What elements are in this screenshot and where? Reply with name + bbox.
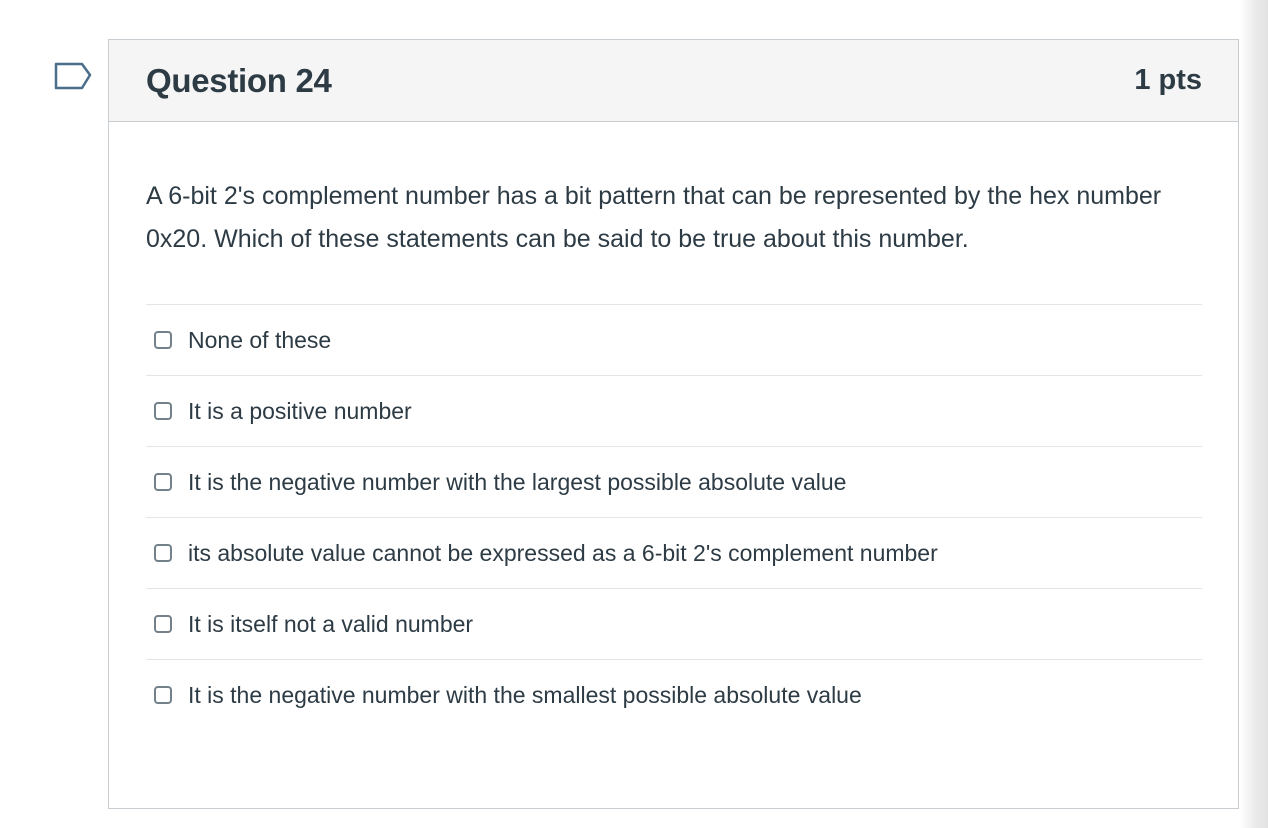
- question-title: Question 24: [146, 61, 332, 99]
- answer-label: It is a positive number: [188, 397, 412, 424]
- answer-option[interactable]: It is itself not a valid number: [146, 589, 1202, 660]
- flag-question-icon[interactable]: [54, 62, 94, 92]
- answer-option[interactable]: None of these: [146, 305, 1202, 376]
- answer-label: It is the negative number with the small…: [188, 681, 862, 708]
- question-card: Question 24 1 pts A 6-bit 2's complement…: [108, 39, 1239, 809]
- question-points: 1 pts: [1134, 64, 1202, 96]
- checkbox-unchecked-icon[interactable]: [154, 544, 172, 562]
- answer-option[interactable]: It is the negative number with the small…: [146, 660, 1202, 730]
- scroll-shadow: [1240, 0, 1268, 828]
- question-text: A 6-bit 2's complement number has a bit …: [146, 182, 1162, 253]
- checkbox-unchecked-icon[interactable]: [154, 402, 172, 420]
- checkbox-unchecked-icon[interactable]: [154, 473, 172, 491]
- answer-option[interactable]: its absolute value cannot be expressed a…: [146, 518, 1202, 589]
- answer-label: It is the negative number with the large…: [188, 468, 847, 495]
- checkbox-unchecked-icon[interactable]: [154, 331, 172, 349]
- answer-label: its absolute value cannot be expressed a…: [188, 539, 938, 566]
- quiz-page: Question 24 1 pts A 6-bit 2's complement…: [0, 0, 1268, 828]
- checkbox-unchecked-icon[interactable]: [154, 686, 172, 704]
- answer-option[interactable]: It is the negative number with the large…: [146, 447, 1202, 518]
- question-body: A 6-bit 2's complement number has a bit …: [109, 122, 1238, 730]
- answer-option[interactable]: It is a positive number: [146, 376, 1202, 447]
- answer-list: None of these It is a positive number It…: [146, 304, 1202, 730]
- answer-label: It is itself not a valid number: [188, 610, 474, 637]
- question-header: Question 24 1 pts: [109, 40, 1238, 122]
- answer-label: None of these: [188, 326, 332, 353]
- checkbox-unchecked-icon[interactable]: [154, 615, 172, 633]
